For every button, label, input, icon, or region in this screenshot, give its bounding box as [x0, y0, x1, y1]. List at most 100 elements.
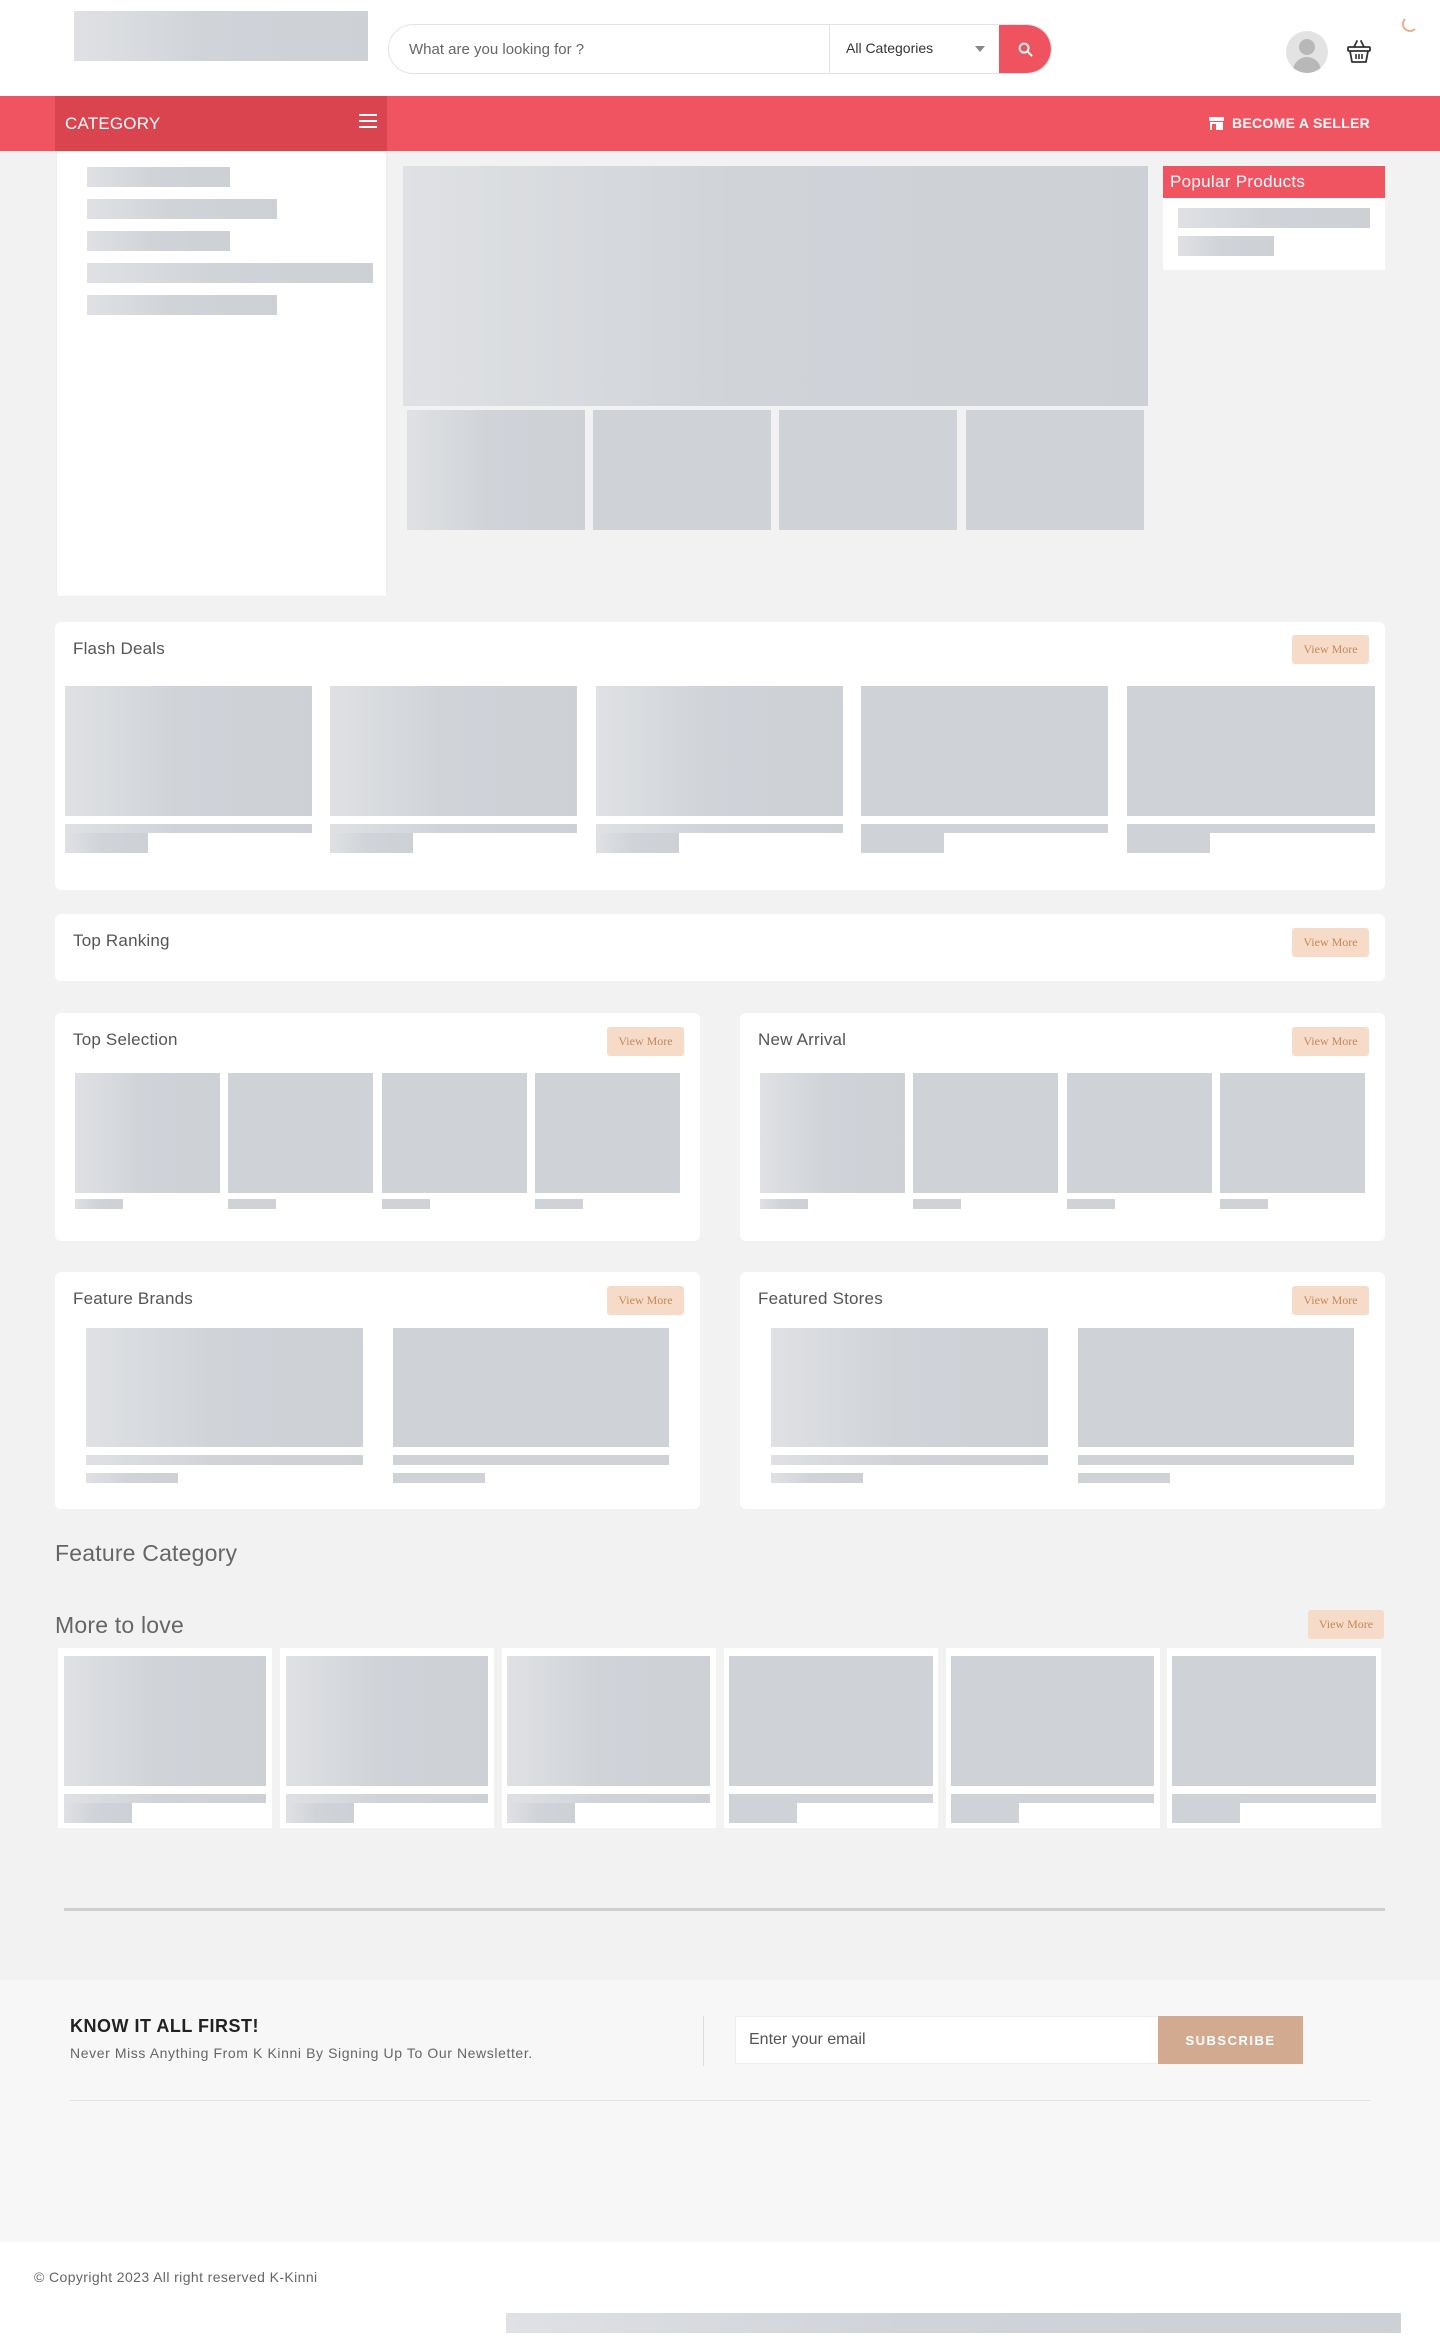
product-image-placeholder[interactable]: [913, 1073, 1058, 1193]
product-card[interactable]: [502, 1648, 716, 1828]
product-image-placeholder[interactable]: [382, 1073, 527, 1193]
site-header: All Categories: [0, 0, 1440, 96]
product-image-placeholder[interactable]: [861, 686, 1108, 816]
product-label-placeholder: [1220, 1199, 1268, 1209]
brand-image-placeholder[interactable]: [86, 1328, 363, 1447]
view-more-button[interactable]: View More: [1292, 1286, 1369, 1315]
store-icon: [1208, 116, 1224, 130]
cart-basket-icon[interactable]: [1344, 36, 1374, 66]
category-item-placeholder[interactable]: [87, 167, 230, 187]
product-card[interactable]: [724, 1648, 938, 1828]
product-title-placeholder: [1127, 824, 1375, 833]
product-card[interactable]: [1167, 1648, 1381, 1828]
product-price-placeholder: [64, 1803, 132, 1823]
product-price-placeholder: [286, 1803, 354, 1823]
main-navbar: CATEGORY BECOME A SELLER: [0, 96, 1440, 151]
brand-title-placeholder: [86, 1455, 363, 1465]
product-image-placeholder[interactable]: [760, 1073, 905, 1193]
product-price-placeholder: [596, 833, 679, 853]
product-image-placeholder: [951, 1656, 1154, 1786]
search-bar: All Categories: [388, 24, 1052, 74]
search-input[interactable]: [389, 25, 829, 73]
footer-bottom-bar: [0, 2242, 1440, 2351]
section-title: Flash Deals: [73, 639, 165, 658]
product-price-placeholder: [861, 833, 944, 853]
product-label-placeholder: [760, 1199, 808, 1209]
product-image-placeholder[interactable]: [1127, 686, 1375, 816]
view-more-button[interactable]: View More: [607, 1286, 684, 1315]
view-more-button[interactable]: View More: [1292, 635, 1369, 664]
section-title: Feature Brands: [73, 1289, 193, 1308]
view-more-button[interactable]: View More: [1292, 1027, 1369, 1056]
view-more-button[interactable]: View More: [1292, 928, 1369, 957]
brand-image-placeholder[interactable]: [393, 1328, 669, 1447]
view-more-button[interactable]: View More: [1308, 1610, 1384, 1639]
product-title-placeholder: [64, 1794, 266, 1803]
popular-products-title: Popular Products: [1163, 166, 1385, 198]
product-price-placeholder: [65, 833, 148, 853]
more-to-love-title: More to love: [55, 1612, 184, 1638]
category-menu-toggle[interactable]: CATEGORY: [55, 96, 387, 151]
product-title-placeholder: [596, 824, 843, 833]
banner-thumbnail[interactable]: [779, 410, 957, 530]
become-seller-link[interactable]: BECOME A SELLER: [1208, 115, 1370, 131]
section-title: Featured Stores: [758, 1289, 883, 1308]
product-image-placeholder[interactable]: [535, 1073, 680, 1193]
product-card[interactable]: [946, 1648, 1160, 1828]
store-image-placeholder[interactable]: [1078, 1328, 1354, 1447]
product-image-placeholder[interactable]: [596, 686, 843, 816]
product-image-placeholder: [729, 1656, 933, 1786]
hero-banner-placeholder[interactable]: [403, 166, 1148, 406]
category-item-placeholder[interactable]: [87, 199, 277, 219]
newsletter-subtitle: Never Miss Anything From K Kinni By Sign…: [70, 2045, 533, 2061]
section-divider: [64, 1908, 1385, 1911]
store-subtitle-placeholder: [1078, 1473, 1170, 1483]
store-image-placeholder[interactable]: [771, 1328, 1048, 1447]
brand-title-placeholder: [393, 1455, 669, 1465]
footer-links-placeholder: [506, 2313, 1401, 2333]
product-title-placeholder: [507, 1794, 710, 1803]
popular-item-placeholder[interactable]: [1178, 236, 1274, 256]
product-card[interactable]: [280, 1648, 494, 1828]
banner-thumbnail[interactable]: [593, 410, 771, 530]
logo-placeholder[interactable]: [74, 11, 368, 61]
section-title: Top Ranking: [73, 931, 170, 950]
product-label-placeholder: [75, 1199, 123, 1209]
product-title-placeholder: [951, 1794, 1154, 1803]
popular-item-placeholder[interactable]: [1178, 208, 1370, 228]
product-title-placeholder: [861, 824, 1108, 833]
view-more-button[interactable]: View More: [607, 1027, 684, 1056]
banner-thumbnail[interactable]: [966, 410, 1144, 530]
search-button[interactable]: [999, 25, 1051, 73]
category-item-placeholder[interactable]: [87, 295, 277, 315]
category-item-placeholder[interactable]: [87, 263, 373, 283]
newsletter-divider: [703, 2016, 704, 2066]
search-icon: [1018, 42, 1033, 57]
product-label-placeholder: [382, 1199, 430, 1209]
flash-deals-section: Flash Deals View More: [55, 622, 1385, 890]
user-avatar-icon[interactable]: [1286, 31, 1328, 73]
product-image-placeholder[interactable]: [1067, 1073, 1212, 1193]
product-image-placeholder[interactable]: [228, 1073, 373, 1193]
product-title-placeholder: [729, 1794, 933, 1803]
product-card[interactable]: [58, 1648, 272, 1828]
product-image-placeholder[interactable]: [1220, 1073, 1365, 1193]
product-image-placeholder: [64, 1656, 266, 1786]
product-image-placeholder[interactable]: [330, 686, 577, 816]
subscribe-button[interactable]: SUBSCRIBE: [1158, 2016, 1303, 2064]
section-title: New Arrival: [758, 1030, 847, 1049]
product-image-placeholder[interactable]: [65, 686, 312, 816]
top-ranking-section: Top Ranking View More: [55, 914, 1385, 981]
category-item-placeholder[interactable]: [87, 231, 230, 251]
section-title: Top Selection: [73, 1030, 178, 1049]
newsletter-email-input[interactable]: [735, 2016, 1159, 2064]
store-subtitle-placeholder: [771, 1473, 863, 1483]
hamburger-menu-icon[interactable]: [359, 114, 377, 128]
feature-brands-section: Feature Brands View More: [55, 1272, 700, 1509]
loading-spinner-icon: [1402, 16, 1418, 32]
product-price-placeholder: [951, 1803, 1019, 1823]
banner-thumbnail[interactable]: [407, 410, 585, 530]
product-image-placeholder[interactable]: [75, 1073, 220, 1193]
category-select[interactable]: All Categories: [829, 25, 1001, 73]
product-label-placeholder: [913, 1199, 961, 1209]
